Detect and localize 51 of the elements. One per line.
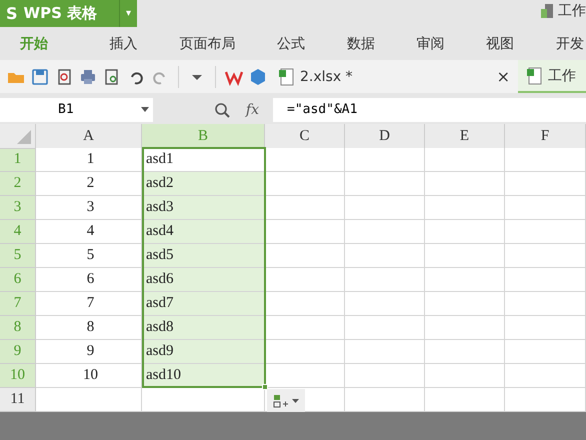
ribbon-tab[interactable]: 视图 bbox=[486, 35, 514, 53]
ribbon-tab[interactable]: 插入 bbox=[110, 35, 138, 53]
formula-field[interactable]: ="asd"&A1 bbox=[273, 98, 586, 122]
spreadsheet-file-icon bbox=[278, 68, 294, 86]
document-tab[interactable]: 工作 bbox=[518, 60, 586, 93]
print-icon[interactable] bbox=[79, 68, 97, 86]
column-header[interactable]: F bbox=[505, 124, 586, 149]
ribbon-tab[interactable]: 页面布局 bbox=[179, 35, 236, 53]
fill-handle[interactable] bbox=[262, 384, 268, 390]
table-cell: 1 bbox=[36, 148, 142, 172]
close-icon[interactable]: × bbox=[496, 67, 510, 86]
table-cell: 3 bbox=[36, 196, 142, 220]
name-box[interactable]: B1 bbox=[0, 98, 153, 122]
table-cell: asd7 bbox=[142, 292, 265, 316]
paste-options-icon bbox=[273, 394, 289, 408]
function-button[interactable]: fx bbox=[246, 102, 259, 118]
row-header[interactable]: 11 bbox=[0, 388, 36, 412]
table-cell: 7 bbox=[36, 292, 142, 316]
workspace-tab[interactable]: 工作 bbox=[540, 0, 586, 20]
ribbon-tab[interactable]: 审阅 bbox=[416, 35, 445, 53]
table-cell: 9 bbox=[36, 340, 142, 364]
column-header[interactable]: E bbox=[425, 124, 505, 149]
spreadsheet-file-icon bbox=[526, 66, 542, 84]
search-icon[interactable] bbox=[214, 102, 230, 118]
table-cell: 4 bbox=[36, 220, 142, 244]
table-cell: asd5 bbox=[142, 244, 265, 268]
caret-icon[interactable] bbox=[141, 104, 149, 114]
logo-mark: S bbox=[5, 4, 19, 23]
table-cell: 2 bbox=[36, 172, 142, 196]
ribbon-tab[interactable]: 公式 bbox=[277, 35, 306, 53]
ribbon-tab[interactable]: 开发 bbox=[556, 35, 584, 53]
table-cell: asd2 bbox=[142, 172, 265, 196]
table-cell: 8 bbox=[36, 316, 142, 340]
table-cell: asd3 bbox=[142, 196, 265, 220]
caret-icon bbox=[292, 399, 299, 403]
column-header[interactable]: A bbox=[36, 124, 142, 149]
table-cell: asd8 bbox=[142, 316, 265, 340]
corner-triangle-icon bbox=[17, 130, 31, 144]
document-icon bbox=[540, 3, 554, 19]
table-cell: 6 bbox=[36, 268, 142, 292]
table-cell: asd4 bbox=[142, 220, 265, 244]
table-cell: asd6 bbox=[142, 268, 265, 292]
table-cell: asd9 bbox=[142, 340, 265, 364]
table-cell: 10 bbox=[36, 364, 142, 388]
cube-icon[interactable] bbox=[249, 68, 267, 86]
column-header[interactable]: D bbox=[345, 124, 425, 149]
table-cell: 5 bbox=[36, 244, 142, 268]
ribbon-tab[interactable]: 数据 bbox=[346, 35, 375, 53]
column-header[interactable]: C bbox=[265, 124, 345, 149]
save-icon[interactable] bbox=[31, 68, 49, 86]
paste-options-button[interactable] bbox=[267, 389, 305, 413]
